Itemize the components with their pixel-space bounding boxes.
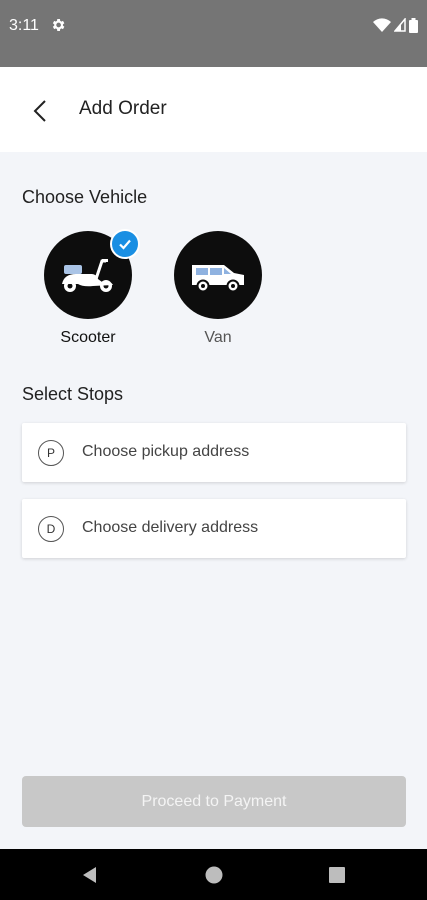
pickup-badge: P (38, 440, 64, 466)
back-button[interactable] (22, 93, 58, 129)
delivery-address-field[interactable]: D Choose delivery address (22, 499, 406, 558)
battery-icon (409, 17, 418, 33)
nav-recents-icon[interactable] (327, 865, 347, 885)
vehicle-icon-circle (44, 229, 140, 319)
signal-icon (394, 18, 406, 32)
pickup-address-placeholder: Choose pickup address (82, 443, 250, 460)
van-icon (192, 265, 244, 293)
back-arrow-icon (33, 100, 46, 122)
page-title: Add Order (79, 98, 167, 119)
proceed-to-payment-button[interactable]: Proceed to Payment (22, 776, 406, 827)
vehicle-label: Van (204, 329, 232, 346)
system-nav-bar (0, 849, 427, 900)
vehicle-label: Scooter (60, 329, 116, 346)
status-bar: 3:11 (0, 0, 427, 67)
status-time: 3:11 (9, 17, 39, 34)
delivery-badge: D (38, 516, 64, 542)
wifi-icon (373, 18, 391, 32)
choose-vehicle-heading: Choose Vehicle (22, 187, 148, 207)
pickup-address-field[interactable]: P Choose pickup address (22, 423, 406, 482)
scooter-icon (62, 259, 113, 292)
app-bar: Add Order (0, 67, 427, 152)
vehicle-option-scooter[interactable]: Scooter (44, 229, 140, 347)
settings-icon (52, 19, 65, 31)
selected-check-icon (110, 229, 140, 259)
delivery-address-placeholder: Choose delivery address (82, 519, 259, 536)
nav-back-icon[interactable] (80, 865, 100, 885)
status-icons (373, 17, 418, 33)
vehicle-option-van[interactable]: Van (174, 231, 262, 347)
nav-home-icon[interactable] (204, 865, 224, 885)
select-stops-heading: Select Stops (22, 384, 124, 404)
vehicle-icon-circle (174, 231, 262, 319)
